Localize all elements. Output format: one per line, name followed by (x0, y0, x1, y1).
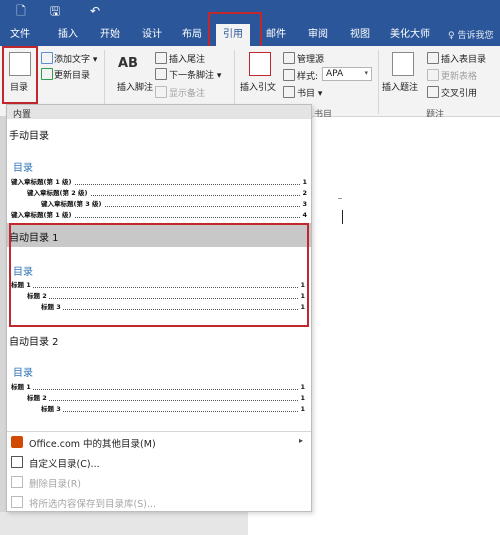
toc-line: 键入章标题(第 1 级) 4 (11, 211, 307, 220)
toc-line: 标题 2 1 (27, 394, 305, 403)
menu-item-label: 自定义目录(C)... (29, 459, 100, 470)
manual-toc-heading: 目录 (13, 163, 33, 174)
tab-file[interactable]: 文件 (10, 28, 30, 42)
style-icon (283, 69, 295, 81)
menu-item-label: 删除目录(R) (29, 479, 82, 490)
bibliography-button[interactable]: 书目 ▾ (297, 86, 322, 99)
toc-line: 标题 1 1 (11, 383, 305, 392)
document-icon[interactable]: 🗋 (14, 4, 28, 18)
insert-table-of-figures-button[interactable]: 插入表目录 (441, 52, 486, 65)
toc-line-page: 1 (299, 394, 305, 403)
manual-toc-title: 手动目录 (9, 131, 49, 142)
insert-caption-button[interactable]: 插入题注 (382, 80, 418, 93)
ribbon-separator (378, 50, 379, 114)
insert-citation-icon (249, 52, 271, 76)
toc-line-text: 标题 3 (41, 405, 63, 414)
gallery-header: 内置 (7, 105, 311, 120)
remove-toc-icon (11, 476, 23, 488)
tab-layout[interactable]: 布局 (182, 28, 202, 42)
cross-reference-button[interactable]: 交叉引用 (441, 86, 477, 99)
table-of-figures-icon (427, 52, 439, 64)
insert-citation-button[interactable]: 插入引文 (240, 80, 276, 93)
manage-sources-icon (283, 52, 295, 64)
tab-beautify[interactable]: 美化大师 (390, 28, 430, 42)
tab-mailings[interactable]: 邮件 (266, 28, 286, 42)
bibliography-icon (283, 86, 295, 98)
custom-toc-icon (11, 456, 23, 468)
update-toc-icon (41, 68, 53, 80)
style-select-value: APA (326, 69, 344, 79)
toc-line-page: 1 (299, 383, 305, 392)
custom-toc-item[interactable]: 自定义目录(C)... (7, 453, 311, 471)
toc-line: 标题 3 1 (41, 405, 305, 414)
show-notes-button[interactable]: 显示备注 (169, 86, 205, 99)
toc-line-text: 标题 1 (11, 383, 33, 392)
tab-highlight-box (208, 12, 262, 50)
selection-highlight-box (9, 223, 309, 327)
toc-line-page: 1 (299, 405, 305, 414)
office-icon (11, 436, 23, 448)
insert-endnote-button[interactable]: 插入尾注 (169, 52, 205, 65)
auto-toc-2-heading: 目录 (13, 368, 33, 379)
menu-item-label: 将所选内容保存到目录库(S)... (29, 499, 157, 510)
update-table-button[interactable]: 更新表格 (441, 69, 477, 82)
chevron-down-icon: ▾ (364, 69, 368, 77)
style-label: 样式: (297, 72, 319, 82)
toc-line: 键入章标题(第 3 级) 3 (41, 200, 307, 209)
add-text-button[interactable]: 添加文字 ▾ (54, 52, 97, 65)
next-footnote-button[interactable]: 下一条脚注 ▾ (169, 68, 221, 81)
cross-reference-icon (427, 86, 439, 98)
save-to-toc-gallery-item[interactable]: 将所选内容保存到目录库(S)... (7, 493, 311, 511)
update-table-icon (427, 69, 439, 81)
tab-home[interactable]: 开始 (100, 28, 120, 42)
tab-insert[interactable]: 插入 (58, 28, 78, 42)
toc-button-highlight (2, 46, 38, 104)
chevron-right-icon: ▸ (298, 436, 303, 445)
save-selection-icon (11, 496, 23, 508)
undo-icon[interactable]: ↶ (88, 4, 102, 18)
endnote-icon (155, 52, 167, 64)
toc-line-text: 键入章标题(第 2 级) (27, 189, 90, 198)
menu-item-label: Office.com 中的其他目录(M) (29, 439, 156, 450)
add-text-icon (41, 52, 53, 64)
remove-toc-item[interactable]: 删除目录(R) (7, 473, 311, 491)
footnote-ab-icon: AB (118, 56, 138, 71)
update-toc-button[interactable]: 更新目录 (54, 68, 90, 81)
toc-line-page: 4 (301, 211, 307, 220)
toc-line-page: 2 (301, 189, 307, 198)
toc-line-page: 3 (301, 200, 307, 209)
bottom-area (0, 512, 248, 535)
tab-review[interactable]: 审阅 (308, 28, 328, 42)
text-cursor (342, 210, 343, 224)
dot-leader (41, 411, 300, 412)
dot-leader (11, 389, 300, 390)
toc-line: 键入章标题(第 2 级) 2 (27, 189, 307, 198)
show-notes-icon (155, 86, 167, 98)
dot-leader (27, 400, 300, 401)
toc-line-text: 键入章标题(第 1 级) (11, 178, 74, 187)
tell-me-search[interactable]: ♀ 告诉我您 (448, 28, 493, 41)
next-footnote-icon (155, 68, 167, 80)
style-select[interactable]: APA ▾ (322, 67, 372, 81)
tab-design[interactable]: 设计 (142, 28, 162, 42)
menu-divider (7, 431, 311, 432)
more-tocs-from-office-item[interactable]: Office.com 中的其他目录(M) ▸ (7, 433, 311, 451)
auto-toc-2-title: 自动目录 2 (9, 337, 59, 348)
insert-caption-icon (392, 52, 414, 76)
toc-line-text: 键入章标题(第 3 级) (41, 200, 104, 209)
manage-sources-button[interactable]: 管理源 (297, 52, 324, 65)
toc-gallery-dropdown: 内置 手动目录 目录 键入章标题(第 1 级) 1 键入章标题(第 2 级) 2… (6, 104, 312, 512)
toc-line: 键入章标题(第 1 级) 1 (11, 178, 307, 187)
tab-view[interactable]: 视图 (350, 28, 370, 42)
gallery-header-label: 内置 (13, 110, 32, 120)
save-icon[interactable]: 🖫 (48, 4, 62, 18)
toc-line-text: 键入章标题(第 1 级) (11, 211, 74, 220)
toc-line-text: 标题 2 (27, 394, 49, 403)
toc-line-page: 1 (301, 178, 307, 187)
paragraph-mark (338, 198, 342, 199)
insert-footnote-button[interactable]: 插入脚注 (117, 80, 153, 93)
